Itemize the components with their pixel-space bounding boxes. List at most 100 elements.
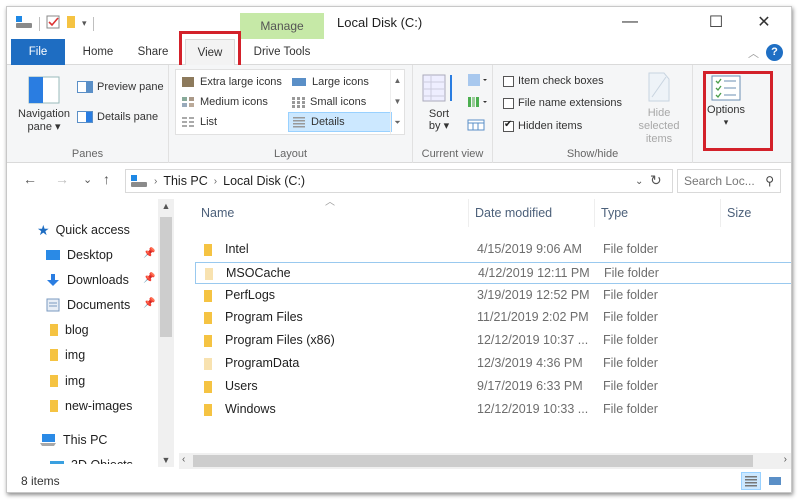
layout-small-icons[interactable]: Small icons	[288, 92, 366, 112]
close-button[interactable]: ✕	[741, 7, 787, 37]
layout-details[interactable]: Details	[288, 112, 392, 132]
pin-icon[interactable]: 📌	[143, 248, 155, 259]
forward-button[interactable]: →	[55, 171, 69, 187]
nav-item-desktop[interactable]: Desktop	[45, 244, 113, 266]
item-check-boxes-checkbox[interactable]	[503, 75, 514, 87]
column-header-date-modified[interactable]: Date modified	[469, 199, 595, 227]
layout-medium-icons[interactable]: Medium icons	[178, 92, 268, 112]
file-type: File folder	[604, 265, 659, 280]
computer-icon	[40, 434, 56, 446]
file-row[interactable]: Intel 4/15/2019 9:06 AM File folder	[195, 239, 791, 261]
hidden-items-checkbox[interactable]	[503, 119, 514, 132]
file-row[interactable]: Program Files (x86) 12/12/2019 10:37 ... F…	[195, 330, 791, 352]
file-row[interactable]: Windows 12/12/2019 10:33 ... File folder	[195, 399, 791, 421]
file-row[interactable]: PerfLogs 3/19/2019 12:52 PM File folder	[195, 285, 791, 307]
3d-objects-icon	[50, 461, 64, 464]
pin-icon[interactable]: 📌	[143, 273, 155, 284]
layout-extra-large-icons[interactable]: Extra large icons	[178, 72, 282, 92]
layout-large-icons[interactable]: Large icons	[288, 72, 369, 92]
file-name-extensions-checkbox[interactable]	[503, 97, 514, 109]
tab-home[interactable]: Home	[75, 39, 121, 65]
address-bar[interactable]: › This PC › Local Disk (C:)	[125, 169, 673, 193]
gallery-down-icon[interactable]: ▼	[394, 97, 402, 106]
breadcrumb-this-pc[interactable]: This PC	[163, 174, 207, 188]
nav-item-label: img	[65, 374, 86, 388]
collapse-ribbon-icon[interactable]: ︿	[748, 45, 759, 61]
breadcrumb-local-disk[interactable]: Local Disk (C:)	[223, 174, 305, 188]
add-columns-button[interactable]	[467, 95, 489, 112]
scrollbar-thumb[interactable]	[160, 217, 172, 337]
layout-gallery-scroll[interactable]: ▲ ▼ ⏷	[390, 70, 404, 134]
new-folder-icon[interactable]	[66, 15, 76, 32]
file-row[interactable]: Users 9/17/2019 6:33 PM File folder	[195, 376, 791, 398]
nav-item-3d-objects[interactable]: 3D Objects	[49, 454, 133, 464]
nav-item-img[interactable]: img	[49, 370, 85, 392]
scroll-down-icon[interactable]: ▼	[158, 455, 174, 465]
hidden-items-toggle[interactable]: Hidden items	[503, 119, 582, 132]
gallery-more-icon[interactable]: ⏷	[394, 118, 400, 128]
file-name: Users	[225, 378, 258, 393]
nav-item-blog[interactable]: blog	[49, 319, 89, 341]
properties-icon[interactable]	[46, 15, 60, 32]
minimize-button[interactable]: —	[607, 7, 653, 37]
nav-item-label: Documents	[67, 298, 131, 312]
nav-item-downloads[interactable]: Downloads	[45, 269, 129, 291]
sort-by-button[interactable]: Sort by ▾	[421, 73, 457, 132]
address-history-dropdown-icon[interactable]: ⌄	[635, 176, 643, 187]
column-header-type[interactable]: Type	[595, 199, 721, 227]
scroll-left-icon[interactable]: ‹	[182, 454, 185, 465]
tab-share[interactable]: Share	[131, 39, 175, 65]
recent-locations-button[interactable]: ⌄	[83, 173, 92, 186]
layout-list[interactable]: List	[178, 112, 217, 132]
details-pane-button[interactable]: Details pane	[77, 111, 158, 123]
search-input[interactable]: Search Loc...	[684, 174, 755, 188]
search-icon[interactable]: ⚲	[765, 174, 774, 188]
file-name: PerfLogs	[225, 287, 276, 302]
drive-icon[interactable]	[15, 15, 33, 32]
scroll-up-icon[interactable]: ▲	[158, 201, 174, 211]
maximize-button[interactable]: ☐	[693, 7, 739, 37]
gallery-up-icon[interactable]: ▲	[394, 76, 402, 85]
back-button[interactable]: ←	[23, 171, 37, 187]
nav-item-new-images[interactable]: new-images	[49, 395, 132, 417]
file-type: File folder	[603, 242, 658, 256]
tab-file[interactable]: File	[11, 39, 65, 65]
search-box[interactable]: Search Loc... ⚲	[677, 169, 781, 193]
breadcrumb-separator-icon[interactable]: ›	[214, 176, 217, 187]
file-row[interactable]: MSOCache 4/12/2019 12:11 PM File folder	[195, 261, 791, 284]
navigation-pane-button[interactable]: Navigation pane ▾	[13, 75, 75, 134]
file-row[interactable]: ProgramData 12/3/2019 4:36 PM File folder	[195, 353, 791, 375]
preview-pane-label: Preview pane	[97, 81, 164, 93]
file-date-modified: 3/19/2019 12:52 PM	[477, 287, 590, 302]
column-header-size[interactable]: Size	[721, 199, 791, 227]
size-columns-button[interactable]	[467, 117, 485, 134]
hide-selected-items-button[interactable]: Hide selected items	[627, 71, 691, 146]
preview-pane-button[interactable]: Preview pane	[77, 81, 164, 93]
up-button[interactable]: ↑	[103, 171, 110, 187]
group-by-button[interactable]	[467, 73, 489, 90]
nav-item-this-pc[interactable]: This PC	[39, 429, 107, 451]
item-check-boxes-toggle[interactable]: Item check boxes	[503, 75, 604, 87]
breadcrumb-separator-icon[interactable]: ›	[154, 176, 157, 187]
scrollbar-thumb[interactable]	[193, 455, 753, 467]
nav-pane-scrollbar[interactable]: ▲ ▼	[158, 199, 174, 467]
details-pane-label: Details pane	[97, 111, 159, 123]
file-row[interactable]: Program Files 11/21/2019 2:02 PM File fold…	[195, 307, 791, 329]
tab-manage[interactable]: Manage	[240, 13, 324, 39]
file-explorer-window: ▾ Manage Local Disk (C:) — ☐ ✕ File Home…	[6, 6, 792, 493]
pin-icon[interactable]: 📌	[143, 298, 155, 309]
refresh-icon[interactable]: ↻	[650, 172, 662, 189]
file-list-horizontal-scrollbar[interactable]: ‹ ›	[179, 453, 791, 469]
column-header-name[interactable]: Name	[195, 199, 469, 227]
tab-drive-tools[interactable]: Drive Tools	[240, 39, 324, 65]
details-view-button[interactable]	[741, 472, 761, 490]
nav-item-quick-access[interactable]: ★ Quick access	[37, 219, 130, 241]
large-icons-view-button[interactable]	[765, 472, 785, 490]
file-name-extensions-toggle[interactable]: File name extensions	[503, 97, 622, 109]
customize-toolbar-icon[interactable]: ▾	[82, 18, 87, 29]
nav-item-img[interactable]: img	[49, 344, 85, 366]
group-panes: Navigation pane ▾ Preview pane Details p…	[7, 65, 169, 163]
scroll-right-icon[interactable]: ›	[784, 454, 787, 465]
nav-item-documents[interactable]: Documents	[45, 294, 130, 316]
help-button[interactable]: ?	[766, 44, 783, 61]
